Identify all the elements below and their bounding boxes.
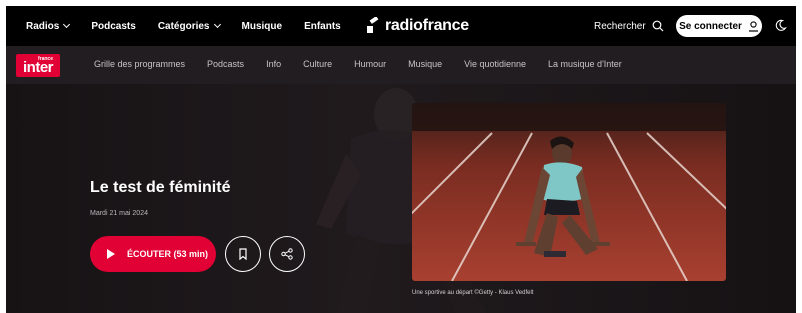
listen-button[interactable]: ÉCOUTER (53 min)	[90, 236, 216, 272]
nav-podcasts[interactable]: Podcasts	[91, 21, 135, 32]
subnav-musique-inter[interactable]: La musique d'Inter	[548, 59, 622, 69]
nav-enfants[interactable]: Enfants	[304, 21, 341, 32]
login-button[interactable]: Se connecter	[676, 15, 762, 37]
share-button[interactable]	[269, 236, 305, 272]
nav-enfants-label: Enfants	[304, 20, 341, 32]
nav-categories-label: Catégories	[157, 20, 210, 32]
page-frame: Radios Podcasts Catégories Musique Enfan…	[6, 6, 796, 313]
photo-caption: Une sportive au départ ©Getty - Klaus Ve…	[412, 290, 534, 296]
logo-big-text: inter	[23, 59, 54, 76]
bookmark-icon	[239, 248, 247, 260]
subnav-culture[interactable]: Culture	[303, 59, 332, 69]
nav-musique[interactable]: Musique	[242, 21, 283, 32]
subnav-grille[interactable]: Grille des programmes	[94, 59, 185, 69]
inter-header: france inter Grille des programmes Podca…	[6, 46, 796, 84]
listen-label: ÉCOUTER (53 min)	[127, 249, 209, 259]
episode-date: Mardi 21 mai 2024	[90, 210, 148, 217]
subnav-vie-quotidienne[interactable]: Vie quotidienne	[464, 59, 526, 69]
nav-musique-label: Musique	[241, 20, 283, 32]
subnav-musique[interactable]: Musique	[408, 59, 442, 69]
episode-hero: Le test de féminité Mardi 21 mai 2024 ÉC…	[6, 84, 796, 313]
episode-title: Le test de féminité	[90, 179, 231, 196]
nav-radios-label: Radios	[26, 20, 60, 32]
moon-icon[interactable]	[774, 19, 787, 32]
nav-podcasts-label: Podcasts	[91, 20, 136, 32]
play-icon	[107, 249, 115, 259]
logo-text: radiofrance	[385, 17, 469, 34]
subnav-podcasts[interactable]: Podcasts	[207, 59, 244, 69]
share-icon	[281, 248, 293, 260]
chevron-down-icon	[213, 20, 221, 29]
search-label: Rechercher	[594, 20, 646, 32]
main-nav: Radios Podcasts Catégories Musique Enfan…	[26, 21, 363, 32]
radiofrance-header: Radios Podcasts Catégories Musique Enfan…	[6, 6, 796, 46]
inter-nav: Grille des programmes Podcasts Info Cult…	[94, 59, 644, 69]
radiofrance-logo-icon	[367, 17, 379, 33]
france-inter-logo[interactable]: france inter	[16, 54, 60, 77]
nav-categories[interactable]: Catégories	[157, 20, 221, 32]
episode-photo	[412, 103, 726, 281]
nav-radios[interactable]: Radios	[26, 20, 71, 32]
chevron-down-icon	[63, 20, 71, 29]
radiofrance-logo[interactable]: radiofrance	[366, 17, 469, 35]
user-icon	[748, 20, 758, 32]
search-icon	[652, 20, 664, 32]
subnav-info[interactable]: Info	[266, 59, 281, 69]
bookmark-button[interactable]	[225, 236, 261, 272]
subnav-humour[interactable]: Humour	[354, 59, 386, 69]
login-label: Se connecter	[679, 20, 742, 32]
search-button[interactable]: Rechercher	[594, 20, 664, 32]
